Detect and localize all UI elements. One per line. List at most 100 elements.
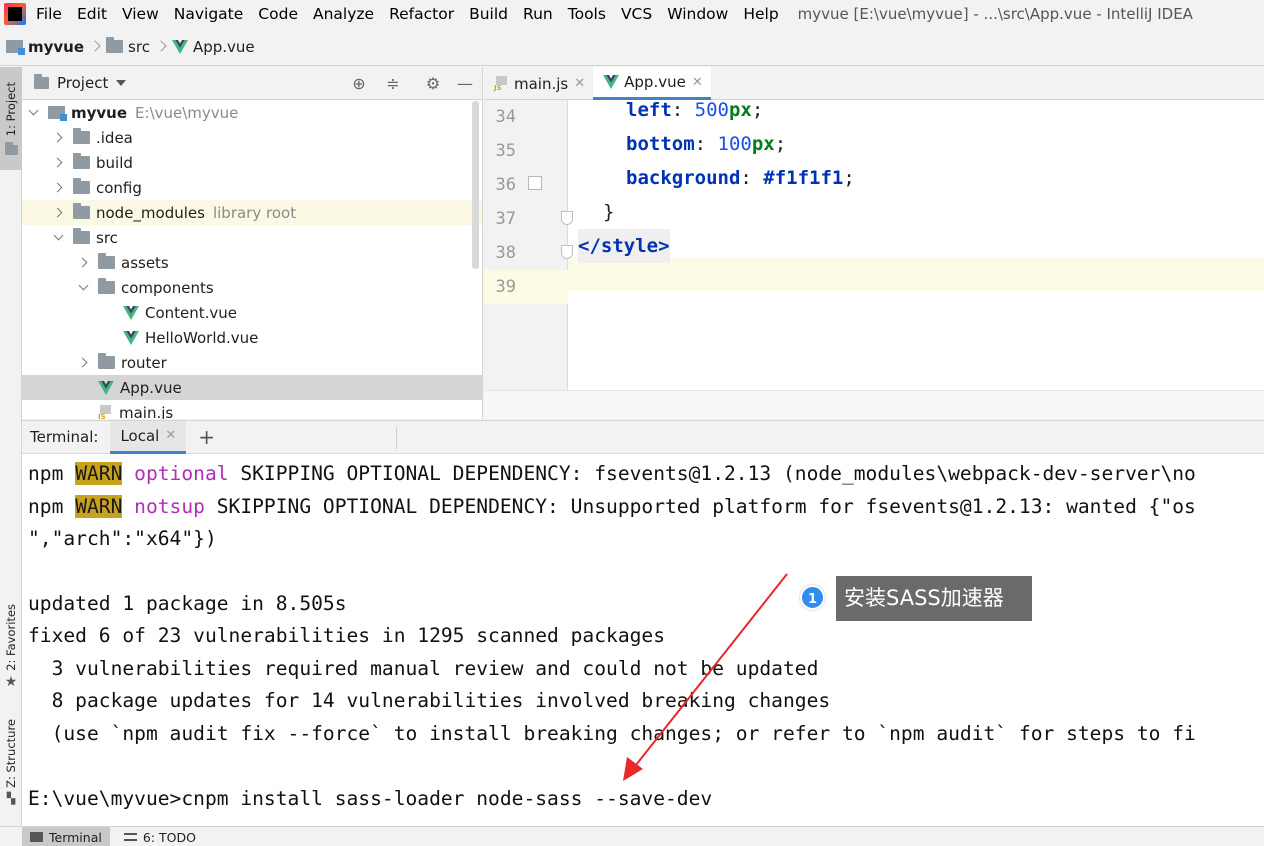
tree-item-hint: E:\vue\myvue xyxy=(135,103,239,122)
vue-icon xyxy=(171,39,188,54)
gear-icon[interactable]: ⚙ xyxy=(424,75,442,93)
folder-icon xyxy=(98,278,115,294)
breadcrumb-project[interactable]: myvue xyxy=(6,38,84,56)
module-folder-icon xyxy=(6,40,25,55)
bottom-tool-bar: Terminal 6: TODO xyxy=(0,826,1264,846)
tree-item-hint: library root xyxy=(212,203,297,222)
tree-item-label: config xyxy=(96,178,142,197)
terminal-line: npm WARN optional SKIPPING OPTIONAL DEPE… xyxy=(28,462,1196,485)
close-icon[interactable]: ✕ xyxy=(692,75,703,90)
chevron-right-icon[interactable] xyxy=(78,257,90,269)
project-icon xyxy=(34,74,49,89)
line-number: 34 xyxy=(495,107,516,127)
folder-icon xyxy=(73,203,90,219)
terminal-tab-local[interactable]: Local ✕ xyxy=(110,420,187,454)
chevron-right-icon[interactable] xyxy=(53,207,65,219)
tree-item[interactable]: node_modules library root xyxy=(22,200,482,225)
star-icon: ★ xyxy=(4,674,18,691)
folder-icon xyxy=(73,178,90,194)
chevron-right-icon[interactable] xyxy=(53,182,65,194)
tab-main-js[interactable]: main.js ✕ xyxy=(484,67,593,100)
color-preview-swatch[interactable] xyxy=(528,176,542,190)
tree-item-label: src xyxy=(96,228,118,247)
menu-edit[interactable]: Edit xyxy=(77,5,107,23)
chevron-right-icon[interactable] xyxy=(53,132,65,144)
chevron-down-icon[interactable] xyxy=(78,282,90,294)
terminal-line: npm WARN notsup SKIPPING OPTIONAL DEPEND… xyxy=(28,495,1196,518)
tree-item[interactable]: assets xyxy=(22,250,482,275)
breadcrumb-folder[interactable]: src xyxy=(106,37,150,56)
tree-item[interactable]: myvue E:\vue\myvue xyxy=(22,100,482,125)
menu-run[interactable]: Run xyxy=(523,5,553,23)
close-icon[interactable]: ✕ xyxy=(165,428,176,443)
tree-item-label: router xyxy=(121,353,167,372)
menu-vcs[interactable]: VCS xyxy=(621,5,652,23)
folder-icon xyxy=(73,128,90,144)
line-number: 37 xyxy=(495,209,516,229)
tree-item[interactable]: components xyxy=(22,275,482,300)
tree-item[interactable]: src xyxy=(22,225,482,250)
code-line-35: bottom: 100px; xyxy=(626,133,787,155)
editor-horizontal-scrollbar[interactable] xyxy=(484,390,1264,419)
chevron-right-icon[interactable] xyxy=(78,357,90,369)
js-file-icon xyxy=(98,404,113,419)
menu-refactor[interactable]: Refactor xyxy=(389,5,454,23)
terminal-header: Terminal: Local ✕ + xyxy=(22,420,1264,454)
chevron-right-icon xyxy=(91,40,99,54)
tree-item[interactable]: Content.vue xyxy=(22,300,482,325)
folder-icon xyxy=(73,203,90,219)
minimize-icon[interactable]: — xyxy=(456,75,474,93)
folder-icon xyxy=(98,353,115,369)
project-view-selector[interactable]: Project xyxy=(34,74,127,92)
tree-item-label: build xyxy=(96,153,133,172)
close-icon[interactable]: ✕ xyxy=(574,76,585,91)
vue-icon xyxy=(123,305,139,320)
menu-analyze[interactable]: Analyze xyxy=(313,5,374,23)
collapse-all-icon[interactable]: ≑ xyxy=(384,75,402,93)
chevron-right-icon[interactable] xyxy=(53,157,65,169)
tool-tab-project[interactable]: 1: Project xyxy=(0,67,22,170)
js-file-icon xyxy=(494,75,509,92)
left-tool-strip: 1: Project 2: Favorites ★ Z: Structure ▚ xyxy=(0,67,22,826)
tree-item[interactable]: build xyxy=(22,150,482,175)
terminal-line: 8 package updates for 14 vulnerabilities… xyxy=(28,689,831,712)
menu-build[interactable]: Build xyxy=(469,5,508,23)
annotation-label: 安装SASS加速器 xyxy=(836,576,1032,621)
breadcrumb-file[interactable]: App.vue xyxy=(171,38,255,56)
tree-item-label: Content.vue xyxy=(145,303,238,322)
tool-tab-todo[interactable]: 6: TODO xyxy=(116,827,204,846)
tree-scrollbar[interactable] xyxy=(472,101,479,269)
terminal-output[interactable]: npm WARN optional SKIPPING OPTIONAL DEPE… xyxy=(22,454,1264,827)
menu-view[interactable]: View xyxy=(122,5,159,23)
terminal-title: Terminal: xyxy=(30,428,99,446)
locate-target-icon[interactable]: ⊕ xyxy=(350,75,368,93)
tree-item[interactable]: router xyxy=(22,350,482,375)
menu-tools[interactable]: Tools xyxy=(568,5,606,23)
tree-item[interactable]: App.vue xyxy=(22,375,482,400)
tool-tab-favorites[interactable]: 2: Favorites ★ xyxy=(0,597,22,697)
add-terminal-icon[interactable]: + xyxy=(198,425,215,449)
terminal-line: 3 vulnerabilities required manual review… xyxy=(28,657,819,680)
window-title: myvue [E:\vue\myvue] - ...\src\App.vue -… xyxy=(797,4,1193,23)
structure-icon: ▚ xyxy=(6,791,16,805)
chevron-down-icon[interactable] xyxy=(53,232,65,244)
menu-file[interactable]: File xyxy=(36,5,62,23)
menu-window[interactable]: Window xyxy=(667,5,728,23)
code-area[interactable]: left: 500px; bottom: 100px; background: … xyxy=(569,99,1264,390)
tree-item[interactable]: main.js xyxy=(22,400,482,420)
menu-help[interactable]: Help xyxy=(743,5,778,23)
tool-tab-terminal[interactable]: Terminal xyxy=(22,827,110,846)
tree-item-label: components xyxy=(121,278,214,297)
folder-icon xyxy=(73,153,90,169)
terminal-line: (use `npm audit fix --force` to install … xyxy=(28,722,1196,745)
menu-code[interactable]: Code xyxy=(258,5,298,23)
tree-item[interactable]: HelloWorld.vue xyxy=(22,325,482,350)
chevron-down-icon[interactable] xyxy=(28,107,40,119)
tree-item[interactable]: config xyxy=(22,175,482,200)
tool-tab-structure[interactable]: Z: Structure ▚ xyxy=(0,715,22,809)
chevron-down-icon xyxy=(116,80,127,86)
menu-navigate[interactable]: Navigate xyxy=(174,5,244,23)
tree-item[interactable]: .idea xyxy=(22,125,482,150)
